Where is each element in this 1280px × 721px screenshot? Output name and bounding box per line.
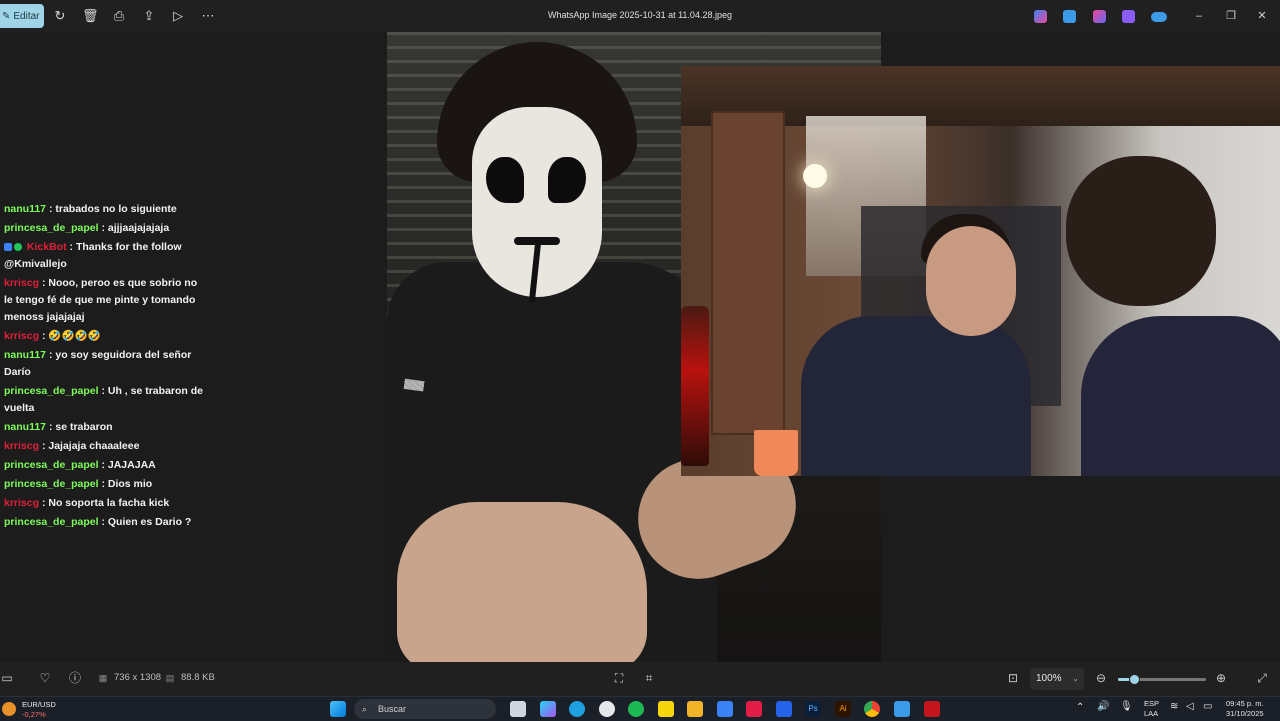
- fullscreen-icon[interactable]: ⤢: [1255, 671, 1269, 685]
- wooden-door: [711, 111, 785, 435]
- info-icon[interactable]: ⓘ: [68, 671, 82, 685]
- clock-time[interactable]: 09:45 p. m.: [1226, 699, 1264, 708]
- soda-bottle: [681, 306, 709, 466]
- clipchamp-icon[interactable]: [1093, 10, 1106, 23]
- chevron-down-icon: ⌄: [1072, 674, 1079, 683]
- chat-message: krriscg : Nooo, peroo es que sobrio no l…: [4, 277, 198, 323]
- remote-icon[interactable]: [776, 701, 792, 717]
- close-icon[interactable]: ✕: [1254, 8, 1270, 24]
- chat-message: krriscg : 🤣🤣🤣🤣: [4, 330, 101, 342]
- file-size: 88.8 KB: [181, 672, 215, 683]
- zoom-value: 100%: [1036, 673, 1062, 684]
- designer-icon[interactable]: [1122, 10, 1135, 23]
- dimensions-icon: ▦: [98, 673, 108, 683]
- actual-size-icon[interactable]: ⊡: [1006, 671, 1020, 685]
- clock-date[interactable]: 31/10/2025: [1226, 709, 1264, 718]
- stock-change: -0,27%: [22, 710, 46, 719]
- chevron-up-icon[interactable]: ⌃: [1076, 702, 1084, 713]
- chat-message: princesa_de_papel : ajjjaajajajaja: [4, 222, 170, 234]
- zoom-slider-thumb[interactable]: [1129, 674, 1140, 685]
- lamp-light: [803, 164, 827, 188]
- seated-person-head: [926, 226, 1016, 336]
- sticky-notes-icon[interactable]: [658, 701, 674, 717]
- status-bar: ▭ ♡ ⓘ ▦ 736 x 1308 ▤ 88.8 KB ⛶ ⌗ ⊡ 100% …: [0, 662, 1280, 696]
- chatgpt-icon[interactable]: [599, 701, 615, 717]
- zoom-in-icon[interactable]: ⊕: [1214, 671, 1228, 685]
- filmstrip-icon[interactable]: ▭: [0, 671, 14, 685]
- photoshop-express-icon[interactable]: [1063, 10, 1076, 23]
- photos-editor-icon[interactable]: [894, 701, 910, 717]
- search-icon: ⌕: [362, 704, 368, 714]
- fit-to-window-icon[interactable]: ⛶: [612, 671, 626, 685]
- shirt-print: ▓▓▓: [403, 378, 425, 391]
- crop-icon[interactable]: ⌗: [642, 671, 656, 685]
- weather-widget-icon[interactable]: [2, 702, 16, 716]
- volume-icon[interactable]: ◁: [1186, 701, 1194, 712]
- seated-person: [801, 316, 1031, 476]
- stock-symbol: EUR/USD: [22, 700, 56, 709]
- top-toolbar: ✎ Editar ↻ 🗑 ⎙ ⇪ ▷ ⋯ WhatsApp Image 2025…: [0, 0, 1280, 32]
- wifi-icon[interactable]: ≋: [1170, 701, 1178, 712]
- chat-message: princesa_de_papel : Quien es Dario ?: [4, 516, 192, 528]
- chat-message: nanu117 : yo soy seguidora del señor Dar…: [4, 349, 192, 378]
- camera-feed-overlay: [681, 66, 1280, 476]
- language-sub: LAA: [1144, 709, 1159, 718]
- face-paint: [472, 107, 602, 303]
- zoom-out-icon[interactable]: ⊖: [1094, 671, 1108, 685]
- acrobat-icon[interactable]: [746, 701, 762, 717]
- copilot-icon[interactable]: [1034, 10, 1047, 23]
- chat-message: krriscg : Jajajaja chaaaleee: [4, 440, 140, 452]
- chat-message: princesa_de_papel : Uh , se trabaron de …: [4, 385, 203, 414]
- verified-badge-icon: [14, 243, 22, 252]
- chin-paint: [528, 241, 542, 303]
- taskbar-search[interactable]: ⌕ Buscar: [354, 699, 496, 719]
- windows-start-icon[interactable]: [330, 701, 346, 717]
- chat-message: KickBot : Thanks for the follow @Kmivall…: [4, 241, 182, 270]
- window-title: WhatsApp Image 2025-10-31 at 11.04.28.jp…: [548, 10, 732, 20]
- zoom-dropdown[interactable]: 100% ⌄: [1030, 668, 1084, 690]
- onedrive-icon[interactable]: [1151, 12, 1167, 22]
- maximize-icon[interactable]: ❐: [1223, 8, 1239, 24]
- task-view-icon[interactable]: [510, 701, 526, 717]
- bot-badge-icon: [4, 243, 12, 252]
- image-dimensions: 736 x 1308: [114, 672, 162, 683]
- edge-icon[interactable]: [569, 701, 585, 717]
- photoshop-icon[interactable]: Ps: [805, 701, 821, 717]
- spotify-icon[interactable]: [628, 701, 644, 717]
- orange-cup: [754, 430, 798, 476]
- chat-message: princesa_de_papel : JAJAJAA: [4, 459, 156, 471]
- minimize-icon[interactable]: –: [1191, 8, 1207, 24]
- file-explorer-icon[interactable]: [687, 701, 703, 717]
- speaker-icon[interactable]: 🔊: [1097, 701, 1109, 712]
- language-indicator[interactable]: ESP: [1144, 699, 1159, 708]
- chat-panel: nanu117 : trabados no lo siguiente princ…: [0, 200, 210, 532]
- chrome-icon[interactable]: [864, 701, 880, 717]
- chat-message: nanu117 : trabados no lo siguiente: [4, 203, 177, 215]
- chat-message: princesa_de_papel : Dios mio: [4, 478, 153, 490]
- chat-message: krriscg : No soporta la facha kick: [4, 497, 170, 509]
- eye-paint-right: [548, 157, 586, 203]
- eye-paint-left: [486, 157, 524, 203]
- search-placeholder: Buscar: [378, 704, 407, 714]
- standing-person: [1081, 316, 1280, 476]
- photos-icon[interactable]: [717, 701, 733, 717]
- illustrator-icon[interactable]: Ai: [835, 701, 851, 717]
- chat-message: nanu117 : se trabaron: [4, 421, 113, 433]
- standing-person-head: [1066, 156, 1216, 306]
- person-hands: [397, 502, 647, 662]
- copilot-taskbar-icon[interactable]: [540, 701, 556, 717]
- file-size-icon: ▤: [165, 673, 175, 683]
- favorite-icon[interactable]: ♡: [38, 671, 52, 685]
- taskbar: EUR/USD -0,27% ⌕ Buscar Ps Ai ⌃ 🔊 🎙 ESP …: [0, 696, 1280, 721]
- battery-icon[interactable]: ▭: [1203, 701, 1212, 712]
- mcafee-icon[interactable]: [924, 701, 940, 717]
- microphone-icon[interactable]: 🎙: [1120, 701, 1133, 712]
